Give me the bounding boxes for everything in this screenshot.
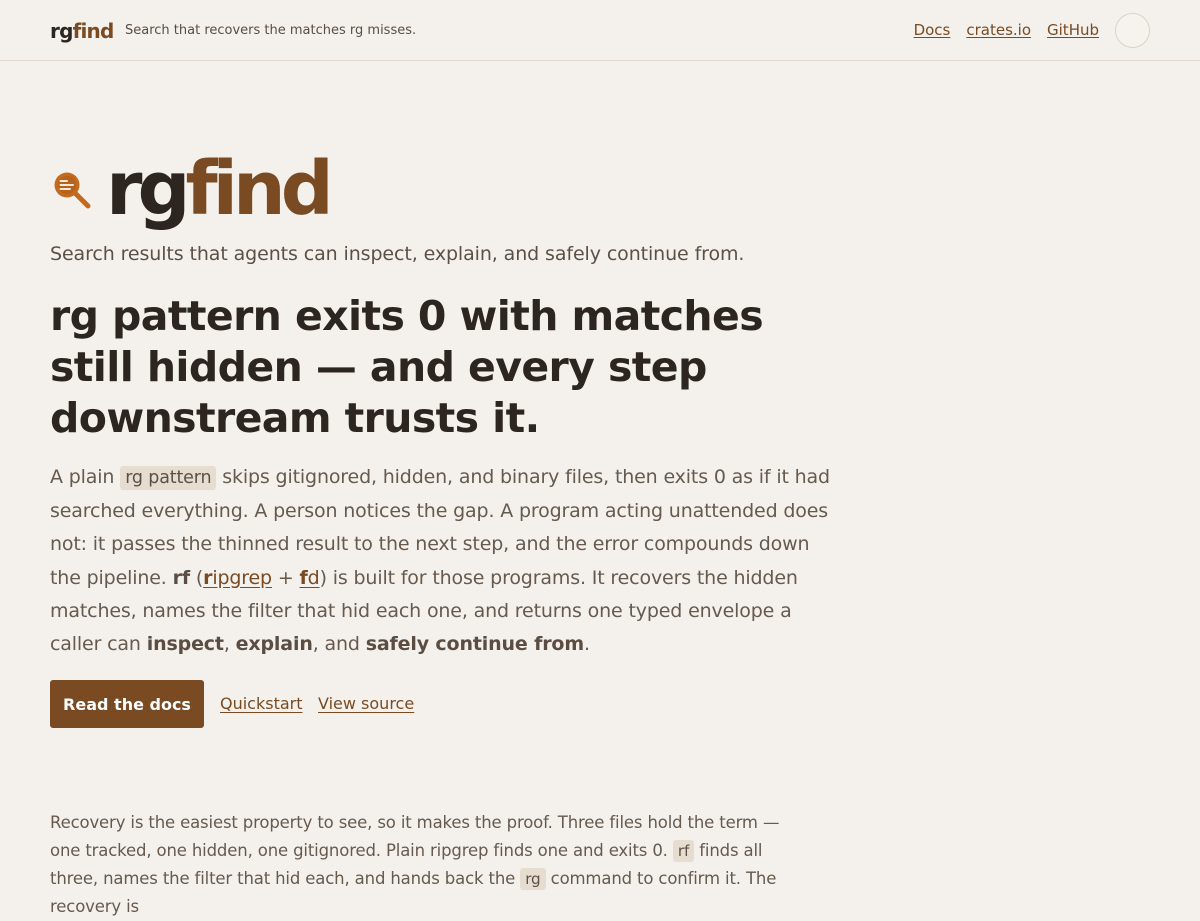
read-docs-button[interactable]: Read the docs bbox=[50, 680, 204, 728]
description-text: , bbox=[223, 633, 236, 656]
inline-code-rf: rf bbox=[672, 840, 695, 862]
description-text: . bbox=[583, 633, 590, 656]
proof-text: Recovery is the easiest property to see,… bbox=[50, 813, 780, 860]
description-text: ( bbox=[189, 566, 204, 589]
brand-logo-rg: rg bbox=[50, 19, 73, 43]
description-plus: + bbox=[271, 566, 300, 589]
nav-link-crates-io[interactable]: crates.io bbox=[966, 20, 1031, 40]
ripgrep-link[interactable]: ripgrep bbox=[203, 567, 272, 589]
description-text: A plain bbox=[50, 466, 121, 488]
hero-wordmark: rgfind bbox=[106, 146, 334, 232]
theme-toggle-button[interactable] bbox=[1115, 13, 1150, 48]
nav-link-github[interactable]: GitHub bbox=[1047, 20, 1099, 40]
description-explain: explain bbox=[235, 633, 313, 656]
hero-headline: rg pattern exits 0 with matches still hi… bbox=[50, 292, 764, 442]
description-inspect: inspect bbox=[146, 633, 224, 656]
brand-logo[interactable]: rgfind bbox=[50, 18, 114, 44]
nav-link-docs[interactable]: Docs bbox=[914, 20, 951, 40]
inline-code-rg-pattern: rg pattern bbox=[120, 466, 217, 490]
hero-wordmark-rg: rg bbox=[106, 146, 190, 232]
magnifier-icon bbox=[54, 172, 91, 209]
hero-description: A plain rg pattern skips gitignored, hid… bbox=[50, 461, 830, 661]
proof-paragraph: Recovery is the easiest property to see,… bbox=[50, 809, 810, 921]
brand-logo-find: find bbox=[72, 19, 115, 43]
inline-code-rg: rg bbox=[520, 868, 546, 890]
description-text: , and bbox=[312, 633, 366, 656]
hero-subtitle: Search results that agents can inspect, … bbox=[50, 243, 745, 265]
top-navbar: rgfind Search that recovers the matches … bbox=[0, 0, 1200, 61]
description-safely: safely continue from bbox=[365, 633, 584, 656]
hero-wordmark-find: find bbox=[185, 146, 333, 232]
quickstart-link[interactable]: Quickstart bbox=[220, 693, 303, 715]
ripgrep-link-initial: r bbox=[203, 566, 213, 589]
fd-link-rest: d bbox=[307, 566, 320, 589]
view-source-link[interactable]: View source bbox=[318, 693, 414, 715]
fd-link-initial: f bbox=[299, 566, 308, 589]
description-rf: rf bbox=[172, 566, 190, 589]
header-nav: Docs crates.io GitHub bbox=[914, 20, 1099, 40]
header-tagline: Search that recovers the matches rg miss… bbox=[125, 23, 417, 38]
fd-link[interactable]: fd bbox=[300, 567, 320, 589]
ripgrep-link-rest: ipgrep bbox=[212, 566, 272, 589]
